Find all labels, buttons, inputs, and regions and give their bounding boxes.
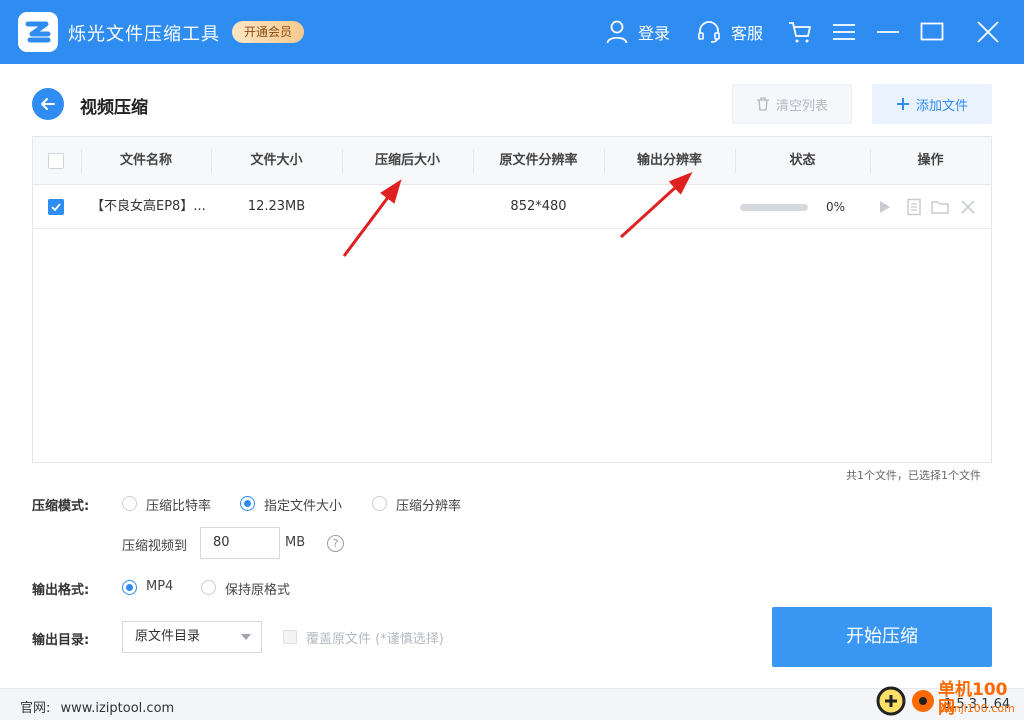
select-all-checkbox[interactable] <box>48 153 64 169</box>
compression-mode-label: 压缩模式: <box>32 499 90 514</box>
format-mp4-radio[interactable] <box>122 580 137 595</box>
file-table: 文件名称 文件大小 压缩后大小 原文件分辨率 输出分辨率 状态 操作 【不良女高… <box>32 136 992 463</box>
headset-icon <box>698 21 720 43</box>
file-size-cell: 12.23MB <box>247 199 306 214</box>
site-link[interactable]: www.iziptool.com <box>61 701 175 716</box>
document-icon[interactable] <box>905 198 923 216</box>
header-original-resolution: 原文件分辨率 <box>499 153 578 168</box>
overwrite-checkbox[interactable] <box>283 630 297 644</box>
arrow-left-icon <box>41 98 55 110</box>
back-button[interactable] <box>32 88 64 120</box>
menu-icon[interactable] <box>832 20 856 44</box>
table-header: 文件名称 文件大小 压缩后大小 原文件分辨率 输出分辨率 状态 操作 <box>33 137 991 185</box>
target-size-unit: MB <box>285 535 306 550</box>
folder-icon[interactable] <box>931 198 949 216</box>
trash-icon <box>756 97 769 111</box>
compressed-size-cell <box>342 185 473 229</box>
mode-resolution-label[interactable]: 压缩分辨率 <box>396 495 461 514</box>
play-icon[interactable] <box>875 198 893 216</box>
user-icon <box>606 20 628 44</box>
output-dir-label: 输出目录: <box>32 633 90 648</box>
header-file-size: 文件大小 <box>250 153 303 168</box>
watermark-subtext: danji100.com <box>940 702 1015 715</box>
login-button[interactable]: 登录 <box>606 0 670 64</box>
start-compress-button[interactable]: 开始压缩 <box>772 607 992 667</box>
app-title: 烁光文件压缩工具 <box>68 24 220 45</box>
footer: 官网: www.iziptool.com 1.5.3.1.64 <box>0 688 1024 720</box>
app-logo-icon <box>18 12 58 52</box>
overwrite-label: 覆盖原文件 (*谨慎选择) <box>306 632 444 647</box>
table-row[interactable]: 【不良女高EP8】... 12.23MB 852*480 0% <box>33 185 991 229</box>
minimize-icon[interactable] <box>876 20 900 44</box>
file-summary: 共1个文件，已选择1个文件 <box>846 469 981 482</box>
login-label: 登录 <box>638 24 671 43</box>
delete-icon[interactable] <box>959 198 977 216</box>
site-label: 官网: <box>20 701 51 716</box>
watermark-logo-icon <box>876 686 934 716</box>
output-resolution-cell <box>604 185 735 229</box>
help-icon[interactable]: ? <box>327 535 344 552</box>
format-mp4-label[interactable]: MP4 <box>146 579 173 594</box>
original-resolution-cell: 852*480 <box>510 199 567 214</box>
format-original-radio[interactable] <box>201 580 216 595</box>
target-size-input[interactable]: 80 <box>200 527 280 559</box>
header-compressed-size: 压缩后大小 <box>374 153 440 168</box>
clear-list-button[interactable]: 清空列表 <box>732 84 852 124</box>
header-file-name: 文件名称 <box>119 153 172 168</box>
format-original-label[interactable]: 保持原格式 <box>225 579 290 598</box>
official-site: 官网: www.iziptool.com <box>20 697 174 716</box>
add-file-button[interactable]: 添加文件 <box>872 84 992 124</box>
progress-text: 0% <box>826 200 846 214</box>
check-icon <box>51 203 61 211</box>
title-bar: 烁光文件压缩工具 开通会员 登录 客服 <box>0 0 1024 64</box>
plus-icon <box>896 98 909 110</box>
header-output-resolution: 输出分辨率 <box>636 153 702 168</box>
maximize-icon[interactable] <box>920 20 944 44</box>
clear-list-label: 清空列表 <box>775 98 828 114</box>
output-dir-value: 原文件目录 <box>135 629 201 644</box>
page-title: 视频压缩 <box>80 98 148 118</box>
add-file-label: 添加文件 <box>915 98 968 114</box>
progress-bar <box>740 204 808 211</box>
mode-bitrate-radio[interactable] <box>122 496 137 511</box>
chevron-down-icon <box>241 634 251 640</box>
mode-bitrate-label[interactable]: 压缩比特率 <box>146 495 211 514</box>
close-icon[interactable] <box>976 20 1000 44</box>
output-format-label: 输出格式: <box>32 583 90 598</box>
service-button[interactable]: 客服 <box>697 0 763 64</box>
output-dir-select[interactable]: 原文件目录 <box>122 621 262 653</box>
vip-button[interactable]: 开通会员 <box>232 21 305 43</box>
mode-filesize-radio[interactable] <box>240 496 255 511</box>
mode-filesize-label[interactable]: 指定文件大小 <box>264 495 342 514</box>
row-checkbox[interactable] <box>48 199 64 215</box>
service-label: 客服 <box>731 24 764 43</box>
mode-resolution-radio[interactable] <box>372 496 387 511</box>
target-size-label: 压缩视频到 <box>122 539 188 554</box>
cart-icon[interactable] <box>788 20 812 44</box>
file-name-cell: 【不良女高EP8】... <box>91 199 206 214</box>
header-status: 状态 <box>789 153 816 168</box>
header-actions: 操作 <box>917 153 944 168</box>
